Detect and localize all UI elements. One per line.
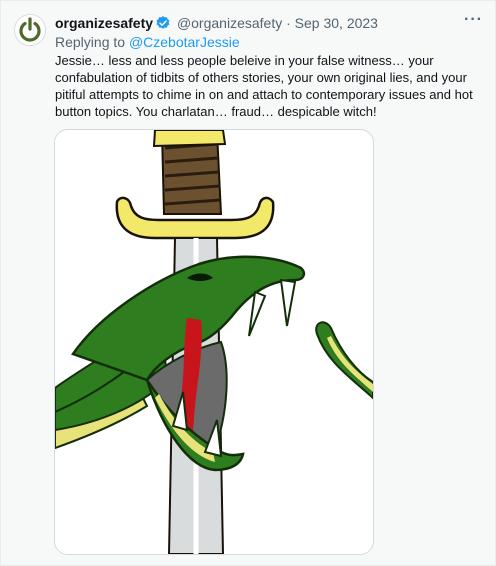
replying-to: Replying to @CzebotarJessie	[55, 33, 240, 51]
timestamp[interactable]: Sep 30, 2023	[295, 15, 378, 31]
replying-to-link[interactable]: @CzebotarJessie	[129, 34, 240, 50]
more-options-icon[interactable]: ···	[464, 11, 483, 29]
replying-prefix: Replying to	[55, 34, 126, 50]
display-name[interactable]: organizesafety	[55, 15, 153, 31]
snake-sword-illustration	[55, 130, 373, 554]
tweet-text: Jessie… less and less people beleive in …	[55, 53, 473, 119]
separator: ·	[286, 15, 291, 31]
verified-badge-icon	[155, 15, 171, 35]
tweet-media[interactable]	[54, 129, 374, 555]
power-symbol-avatar-icon	[15, 15, 45, 45]
tweet-card[interactable]: organizesafety @organizesafety · Sep 30,…	[0, 0, 496, 566]
tweet-header: organizesafety @organizesafety · Sep 30,…	[55, 14, 465, 35]
handle[interactable]: @organizesafety	[177, 15, 282, 31]
avatar[interactable]	[14, 14, 46, 46]
